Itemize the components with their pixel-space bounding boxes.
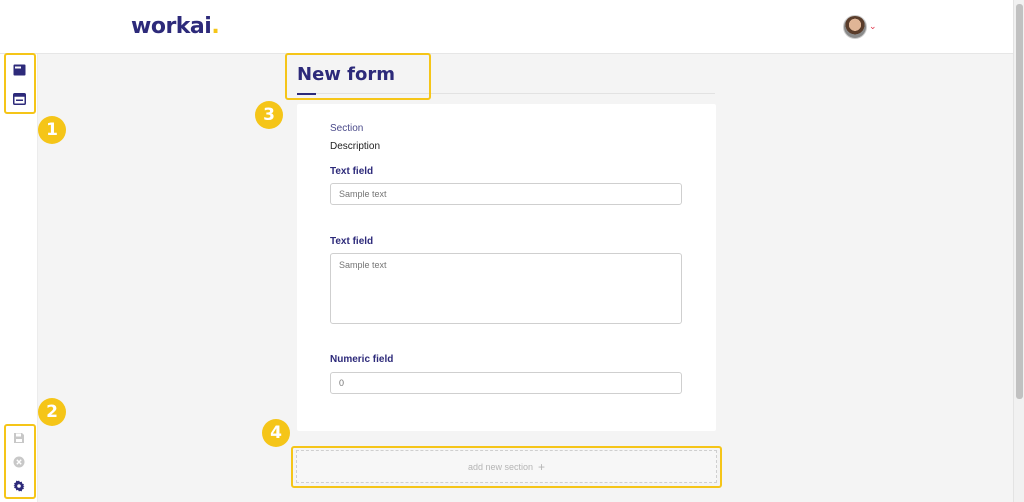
layout-icon[interactable] bbox=[11, 91, 27, 107]
settings-icon[interactable] bbox=[11, 478, 27, 494]
section-description[interactable]: Description bbox=[330, 141, 380, 152]
step-badge-4: 4 bbox=[262, 419, 290, 447]
chevron-down-icon[interactable]: ⌄ bbox=[869, 21, 877, 32]
section-title[interactable]: Section bbox=[330, 123, 363, 134]
add-section-button[interactable]: add new section + bbox=[296, 450, 717, 483]
title-underline bbox=[297, 93, 316, 95]
field-label-numeric: Numeric field bbox=[330, 354, 394, 365]
logo-text: workai bbox=[131, 14, 212, 39]
textarea-field-input[interactable] bbox=[330, 253, 682, 324]
numeric-field-input[interactable] bbox=[330, 372, 682, 394]
user-avatar[interactable] bbox=[843, 15, 867, 39]
field-label-text-1: Text field bbox=[330, 166, 374, 177]
step-badge-3: 3 bbox=[255, 101, 283, 129]
text-field-input[interactable] bbox=[330, 183, 682, 205]
scrollbar-thumb[interactable] bbox=[1016, 4, 1023, 399]
top-bar: workai. ⌄ bbox=[0, 0, 1013, 54]
step-badge-1: 1 bbox=[38, 116, 66, 144]
page-scrollbar[interactable] bbox=[1013, 0, 1024, 502]
page-title[interactable]: New form bbox=[297, 64, 395, 85]
cancel-icon[interactable] bbox=[11, 454, 27, 470]
field-label-text-2: Text field bbox=[330, 236, 374, 247]
workai-logo[interactable]: workai. bbox=[131, 14, 220, 39]
logo-dot: . bbox=[211, 14, 220, 39]
section-icon[interactable] bbox=[11, 62, 27, 78]
add-section-label: add new section bbox=[467, 461, 534, 472]
plus-icon: + bbox=[538, 459, 546, 474]
step-badge-2: 2 bbox=[38, 398, 66, 426]
save-icon[interactable] bbox=[11, 430, 27, 446]
